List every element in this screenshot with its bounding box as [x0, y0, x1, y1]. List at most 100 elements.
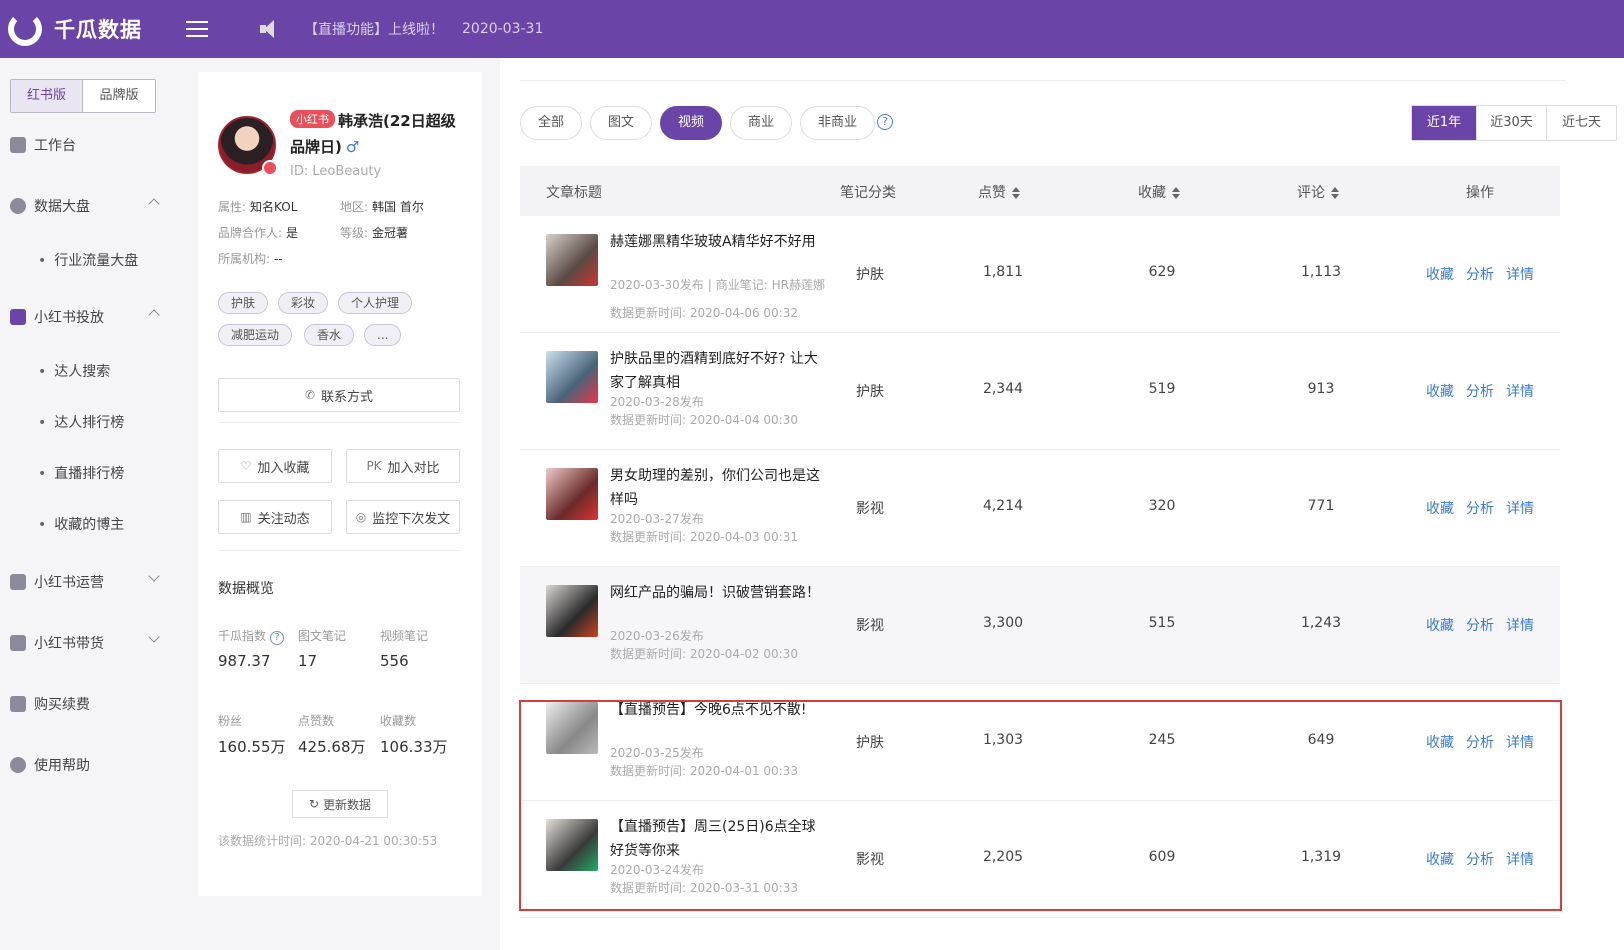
note-thumbnail[interactable] — [546, 234, 598, 286]
stat-time: 该数据统计时间: 2020-04-21 00:30:53 — [218, 834, 438, 848]
header-likes[interactable]: 点赞 — [978, 182, 1020, 202]
detail-link[interactable]: 详情 — [1506, 498, 1534, 518]
version-tab-redbook[interactable]: 红书版 — [11, 80, 83, 112]
sidebar-item-xhs-sales[interactable]: 小红书带货 — [10, 631, 170, 653]
filter-commercial[interactable]: 商业 — [730, 106, 793, 140]
sidebar-item-data-overview[interactable]: 数据大盘 — [10, 196, 170, 216]
version-tab-brand[interactable]: 品牌版 — [83, 80, 155, 112]
table-row: 男女助理的差别，你们公司也是这样吗 2020-03-27发布 数据更新时间: 202… — [520, 450, 1560, 567]
sort-icon[interactable] — [1172, 187, 1180, 199]
verified-badge-icon — [262, 160, 278, 176]
published-date: 2020-03-26发布 — [610, 629, 704, 643]
analyze-link[interactable]: 分析 — [1466, 849, 1494, 869]
sidebar-item-label: 使用帮助 — [34, 758, 90, 774]
sidebar-item-xhs-ads[interactable]: 小红书投放 — [10, 307, 170, 327]
tag[interactable]: 香水 — [304, 324, 355, 346]
detail-link[interactable]: 详情 — [1506, 381, 1534, 401]
note-thumbnail[interactable] — [546, 468, 598, 520]
sidebar-subitem-kol-ranking[interactable]: 达人排行榜 — [38, 412, 124, 432]
tag-more[interactable]: ... — [364, 324, 402, 346]
follow-updates-button[interactable]: ▥ 关注动态 — [218, 500, 332, 534]
published-date: 2020-03-25发布 — [610, 746, 704, 760]
sidebar-subitem-live-ranking[interactable]: 直播排行榜 — [38, 463, 124, 483]
favorite-link[interactable]: 收藏 — [1426, 264, 1454, 284]
tag[interactable]: 彩妆 — [278, 292, 329, 314]
collects-value: 106.33万 — [380, 738, 448, 756]
announcement-text[interactable]: 【直播功能】上线啦！ — [304, 19, 444, 39]
row-actions: 收藏 分析 详情 — [1426, 381, 1534, 401]
detail-link[interactable]: 详情 — [1506, 264, 1534, 284]
filter-image[interactable]: 图文 — [590, 106, 653, 140]
note-thumbnail[interactable] — [546, 351, 598, 403]
row-actions: 收藏 分析 详情 — [1426, 498, 1534, 518]
sort-icon[interactable] — [1012, 187, 1020, 199]
favorite-link[interactable]: 收藏 — [1426, 615, 1454, 635]
detail-link[interactable]: 详情 — [1506, 615, 1534, 635]
attr-type: 属性: 知名KOL — [218, 200, 298, 214]
sidebar-item-label: 小红书带货 — [34, 636, 104, 652]
sidebar-item-purchase[interactable]: 购买续费 — [10, 694, 170, 714]
analyze-link[interactable]: 分析 — [1466, 498, 1494, 518]
sort-icon[interactable] — [1331, 187, 1339, 199]
favorite-link[interactable]: 收藏 — [1426, 381, 1454, 401]
update-time: 数据更新时间: 2020-04-04 00:30 — [610, 413, 798, 427]
question-icon[interactable]: ? — [270, 631, 285, 645]
range-7-days[interactable]: 近七天 — [1546, 106, 1616, 140]
sidebar-item-xhs-operations[interactable]: 小红书运营 — [10, 570, 170, 592]
note-title[interactable]: 护肤品里的酒精到底好不好? 让大家了解真相 — [610, 347, 820, 395]
favorite-link[interactable]: 收藏 — [1426, 849, 1454, 869]
sidebar-subitem-industry-traffic[interactable]: 行业流量大盘 — [38, 250, 138, 270]
attr-brand-partner: 品牌合作人: 是 — [218, 226, 299, 240]
header-title: 文章标题 — [546, 185, 602, 201]
filter-video[interactable]: 视频 — [660, 106, 723, 140]
image-notes-value: 17 — [298, 652, 318, 670]
sidebar-subitem-favorite-bloggers[interactable]: 收藏的博主 — [38, 514, 124, 534]
question-icon[interactable]: ? — [877, 114, 893, 130]
note-collects: 609 — [1148, 849, 1176, 865]
add-favorite-button[interactable]: ♡ 加入收藏 — [218, 449, 332, 483]
sidebar-item-help[interactable]: 使用帮助 — [10, 755, 170, 775]
sidebar-subitem-kol-search[interactable]: 达人搜索 — [38, 361, 110, 381]
detail-link[interactable]: 详情 — [1506, 849, 1534, 869]
favorite-link[interactable]: 收藏 — [1426, 498, 1454, 518]
sidebar-item-workbench[interactable]: 工作台 — [10, 135, 170, 155]
tag[interactable]: 护肤 — [218, 292, 269, 314]
note-collects: 519 — [1148, 381, 1176, 397]
favorite-link[interactable]: 收藏 — [1426, 732, 1454, 752]
add-compare-button[interactable]: PK 加入对比 — [346, 449, 460, 483]
range-30-days[interactable]: 近30天 — [1476, 106, 1546, 140]
filter-non-commercial[interactable]: 非商业 — [800, 106, 876, 140]
note-title[interactable]: 【直播预告】周三(25日)6点全球好货等你来 — [610, 815, 820, 863]
note-thumbnail[interactable] — [546, 585, 598, 637]
analyze-link[interactable]: 分析 — [1466, 615, 1494, 635]
menu-toggle-icon[interactable] — [186, 18, 208, 40]
range-1-year[interactable]: 近1年 — [1412, 106, 1476, 140]
video-notes-value: 556 — [380, 652, 409, 670]
app-logo[interactable]: 千瓜数据 — [8, 12, 178, 46]
header-collects[interactable]: 收藏 — [1138, 182, 1180, 202]
analyze-link[interactable]: 分析 — [1466, 264, 1494, 284]
note-title[interactable]: 男女助理的差别，你们公司也是这样吗 — [610, 464, 820, 512]
update-data-button[interactable]: ↻ 更新数据 — [292, 790, 388, 818]
analyze-link[interactable]: 分析 — [1466, 732, 1494, 752]
index-label: 千瓜指数? — [218, 627, 285, 645]
sidebar: 红书版 品牌版 工作台 数据大盘 行业流量大盘 小红书投放 达人搜索 达人排行榜… — [0, 58, 180, 950]
contact-button[interactable]: ✆ 联系方式 — [218, 378, 460, 412]
chevron-up-icon — [148, 309, 160, 321]
monitor-next-post-button[interactable]: ◎ 监控下次发文 — [346, 500, 460, 534]
note-title[interactable]: 网红产品的骗局！识破营销套路！ — [610, 581, 820, 605]
logo-icon — [8, 12, 42, 46]
header-comments[interactable]: 评论 — [1297, 182, 1339, 202]
filter-all[interactable]: 全部 — [520, 106, 583, 140]
note-title[interactable]: 赫莲娜黑精华玻玻A精华好不好用 — [610, 230, 820, 254]
grid-icon — [10, 137, 26, 153]
note-thumbnail[interactable] — [546, 819, 598, 871]
note-thumbnail[interactable] — [546, 702, 598, 754]
table-header: 文章标题 笔记分类 点赞 收藏 评论 操作 — [520, 166, 1560, 216]
update-time: 数据更新时间: 2020-04-03 00:31 — [610, 530, 798, 544]
detail-link[interactable]: 详情 — [1506, 732, 1534, 752]
analyze-link[interactable]: 分析 — [1466, 381, 1494, 401]
note-title[interactable]: 【直播预告】今晚6点不见不散! — [610, 698, 820, 722]
tag[interactable]: 个人护理 — [338, 292, 413, 314]
tag[interactable]: 减肥运动 — [218, 324, 293, 346]
